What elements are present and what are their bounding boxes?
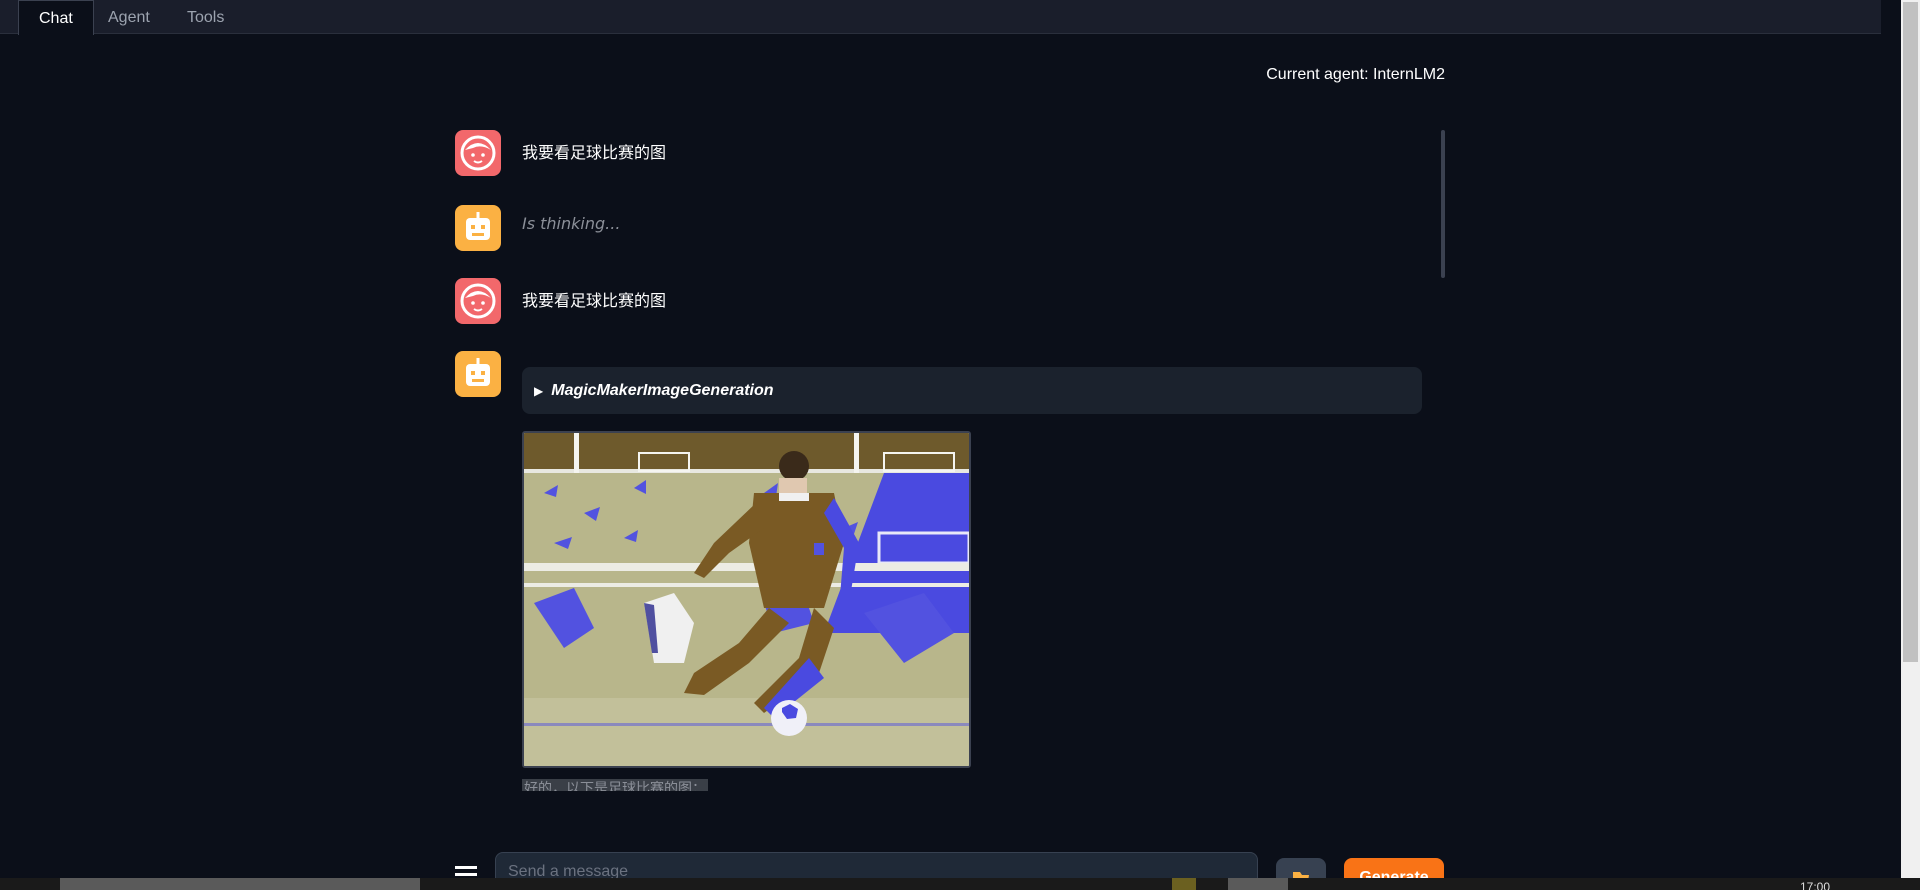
taskbar-clock: 17:00 [1799,880,1830,890]
user-face-icon [460,283,496,319]
taskbar-window[interactable] [1228,878,1288,890]
generated-image[interactable] [522,431,971,768]
bot-avatar [455,351,501,397]
taskbar-window[interactable] [60,878,420,890]
tool-name: MagicMakerImageGeneration [551,382,774,399]
chat-scrollbar[interactable] [1441,130,1445,278]
user-avatar [455,278,501,324]
tab-bar: Chat Agent Tools [0,0,1881,35]
robot-icon [466,212,490,240]
user-avatar [455,130,501,176]
message-text: 我要看足球比赛的图 [522,143,667,162]
current-agent-label: Current agent: InternLM2 [1266,66,1445,83]
tab-agent[interactable]: Agent [88,0,170,35]
chat-panel: 我要看足球比赛的图 Is thinking... 我要看足球比赛的图 ▶ Mag… [455,128,1445,798]
taskbar-app-icon[interactable] [1172,878,1196,890]
robot-icon [466,358,490,386]
thinking-indicator: Is thinking... [522,214,621,233]
message-text: 我要看足球比赛的图 [522,291,667,310]
tab-tools[interactable]: Tools [167,0,244,35]
bot-avatar [455,205,501,251]
page-scrollbar[interactable] [1901,0,1920,890]
tab-chat[interactable]: Chat [18,0,94,35]
os-taskbar [0,878,1920,890]
football-match-image [524,433,969,766]
tool-call-details[interactable]: ▶ MagicMakerImageGeneration [522,367,1422,414]
response-caption: 好的，以下是足球比赛的图： [522,779,708,791]
expand-triangle-icon: ▶ [534,384,544,398]
page-scrollbar-thumb[interactable] [1903,2,1918,662]
user-face-icon [460,135,496,171]
